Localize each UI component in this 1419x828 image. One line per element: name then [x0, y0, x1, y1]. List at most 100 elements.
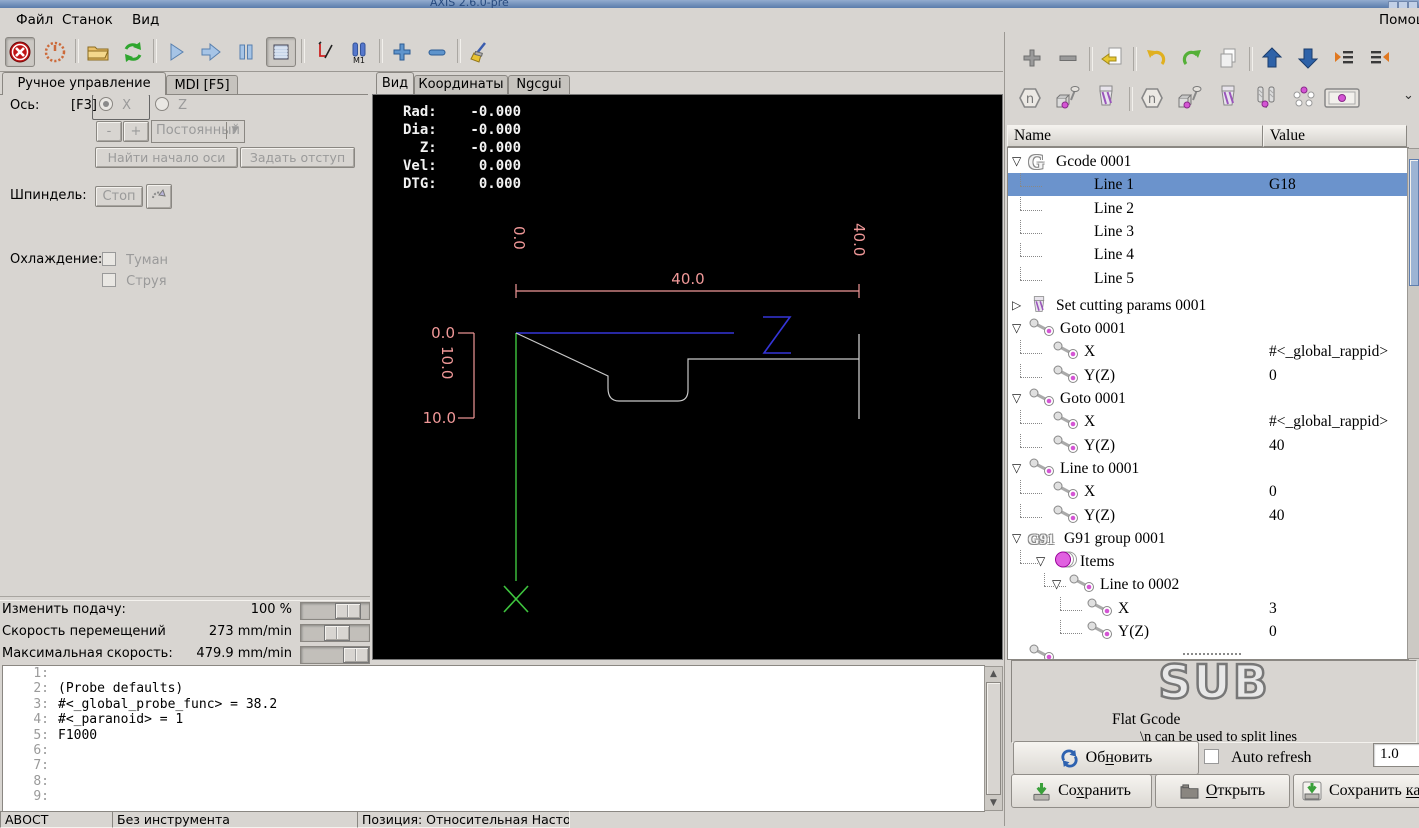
outdent-button[interactable] — [1365, 43, 1395, 73]
tree-row-value[interactable]: 3 — [1269, 597, 1277, 620]
tree-row-value[interactable]: 0 — [1269, 364, 1277, 387]
tree-row-line-2[interactable]: Line 2 — [1008, 197, 1408, 220]
refresh-button[interactable]: Обновить — [1013, 741, 1199, 775]
tree-row-line-to-0002[interactable]: ▽Line to 0002 — [1008, 573, 1408, 596]
menu-2[interactable]: Вид — [126, 10, 165, 30]
revert-button[interactable] — [1097, 43, 1127, 73]
tree-row-y-z-[interactable]: Y(Z)40 — [1008, 504, 1408, 527]
redo-button[interactable] — [1177, 43, 1207, 73]
zoom-minus-button[interactable] — [422, 37, 452, 67]
expander-closed-icon[interactable]: ▷ — [1012, 294, 1021, 317]
save-button[interactable]: Сохранить — [1011, 774, 1152, 808]
axis-x-radio[interactable] — [99, 97, 113, 111]
max-velocity-handle[interactable] — [343, 647, 369, 663]
preview-canvas[interactable]: Rad: -0.000Dia: -0.000 Z: -0.000Vel: 0.0… — [372, 94, 1003, 660]
scroll-up-icon[interactable]: ▲ — [985, 667, 1002, 681]
tab-manual-control[interactable]: Ручное управление [F3] — [2, 72, 166, 95]
menu-0[interactable]: Файл — [10, 10, 59, 30]
move-up-button[interactable] — [1257, 43, 1287, 73]
tree-row-set-cutting-params-0001[interactable]: ▷Set cutting params 0001 — [1008, 294, 1408, 317]
jog-minus-button[interactable]: - — [96, 121, 122, 142]
add-button[interactable] — [1017, 43, 1047, 73]
auto-refresh-checkbox[interactable] — [1204, 749, 1219, 764]
max-velocity-slider[interactable] — [300, 646, 370, 664]
tree-row-g91-group-0001[interactable]: ▽G91G91 group 0001 — [1008, 527, 1408, 550]
tree-row-value[interactable]: 0 — [1269, 480, 1277, 503]
tree-row-value[interactable]: 40 — [1269, 504, 1285, 527]
dot-ring-button[interactable] — [1289, 83, 1319, 113]
expander-open-icon[interactable]: ▽ — [1012, 317, 1021, 340]
tree-row-y-z-[interactable]: Y(Z)40 — [1008, 434, 1408, 457]
tree-column-value[interactable]: Value — [1263, 125, 1407, 147]
cam-rect-button[interactable] — [1327, 83, 1357, 113]
overflow-chevron-button[interactable] — [1365, 83, 1395, 113]
feature-tree[interactable]: ▽GGcode 0001Line 1G18Line 2Line 3Line 4L… — [1007, 147, 1409, 660]
expander-open-icon[interactable]: ▽ — [1012, 457, 1021, 480]
chevron-down-icon[interactable]: ▼ — [226, 122, 243, 139]
scroll-down-icon[interactable]: ▼ — [985, 796, 1002, 810]
tree-row-value[interactable]: #<_global_rappid> — [1269, 340, 1388, 363]
jog-speed-handle[interactable] — [324, 625, 350, 641]
hex-n-button[interactable]: n — [1015, 83, 1045, 113]
toolbar-overflow-chevron-icon[interactable]: ⌄ — [1403, 88, 1414, 103]
duplicate-button[interactable] — [1213, 43, 1243, 73]
tree-row-line-5[interactable]: Line 5 — [1008, 267, 1408, 290]
expander-open-icon[interactable]: ▽ — [1012, 387, 1021, 410]
tree-row-items[interactable]: ▽Items — [1008, 550, 1408, 573]
refresh-interval-input[interactable]: 1.0 — [1373, 743, 1419, 767]
tree-column-name[interactable]: Name — [1007, 125, 1263, 147]
tree-row-goto-0001[interactable]: ▽Goto 0001 — [1008, 387, 1408, 410]
run-from-line-button[interactable] — [196, 37, 226, 67]
reload-file-button[interactable] — [118, 37, 148, 67]
tree-row-goto-0001[interactable]: ▽Goto 0001 — [1008, 317, 1408, 340]
gcode-listing[interactable]: 1:2:(Probe defaults)3:#<_global_probe_fu… — [2, 665, 985, 812]
feed-override-handle[interactable] — [335, 603, 361, 619]
drill-bit-button[interactable] — [1091, 83, 1121, 113]
tree-row-y-z-[interactable]: Y(Z)0 — [1008, 364, 1408, 387]
gcode-scrollbar-thumb[interactable] — [986, 682, 1001, 795]
run-button[interactable] — [161, 37, 191, 67]
tab-dro[interactable]: Координаты — [414, 75, 508, 94]
clear-plot-button[interactable] — [465, 37, 495, 67]
tree-row-value[interactable]: 40 — [1269, 434, 1285, 457]
touch-off-button[interactable]: Задать отступ — [240, 147, 355, 168]
menu-help[interactable]: Помощь — [1373, 10, 1419, 30]
jog-plus-button[interactable]: + — [123, 121, 149, 142]
toolpath-button[interactable] — [309, 37, 339, 67]
tree-row-line-1[interactable]: Line 1G18 — [1008, 173, 1408, 196]
tree-row-line-3[interactable]: Line 3 — [1008, 220, 1408, 243]
remove-button[interactable] — [1053, 43, 1083, 73]
tree-row-value[interactable]: G18 — [1269, 173, 1296, 196]
tab-preview[interactable]: Вид — [376, 72, 414, 94]
tree-row-line-4[interactable]: Line 4 — [1008, 243, 1408, 266]
tree-row-partial[interactable] — [1008, 643, 1408, 660]
stop-button[interactable] — [266, 37, 296, 67]
tree-scrollbar[interactable] — [1407, 148, 1419, 659]
tool-pin-button[interactable] — [1175, 83, 1205, 113]
flood-checkbox[interactable] — [102, 273, 116, 287]
undo-button[interactable] — [1141, 43, 1171, 73]
tab-ngcgui[interactable]: Ngcgui — [508, 75, 570, 94]
menu-1[interactable]: Станок — [56, 10, 119, 30]
feed-override-slider[interactable] — [300, 602, 370, 620]
zoom-plus-button[interactable] — [387, 37, 417, 67]
save-as-button[interactable]: Сохранить как — [1293, 774, 1419, 808]
pillars-button[interactable] — [1251, 83, 1281, 113]
jog-speed-slider[interactable] — [300, 624, 370, 642]
pane-sash-grip[interactable] — [1183, 653, 1241, 655]
tree-row-value[interactable]: #<_global_rappid> — [1269, 410, 1388, 433]
estop-button[interactable] — [5, 37, 35, 67]
machine-power-button[interactable] — [40, 37, 70, 67]
tree-row-gcode-0001[interactable]: ▽GGcode 0001 — [1008, 150, 1408, 173]
tree-scrollbar-thumb[interactable] — [1409, 159, 1419, 286]
gcode-scrollbar[interactable]: ▲ ▼ — [984, 666, 1003, 811]
optional-stop-m1-button[interactable]: M1 — [344, 37, 374, 67]
tree-row-x[interactable]: X3 — [1008, 597, 1408, 620]
spindle-stop-button[interactable]: Стоп — [95, 186, 143, 207]
hex-n-button[interactable]: n — [1137, 83, 1167, 113]
tree-row-line-to-0001[interactable]: ▽Line to 0001 — [1008, 457, 1408, 480]
mist-checkbox[interactable] — [102, 252, 116, 266]
home-axis-button[interactable]: Найти начало оси — [95, 147, 238, 168]
tree-row-x[interactable]: X#<_global_rappid> — [1008, 340, 1408, 363]
expander-open-icon[interactable]: ▽ — [1012, 527, 1021, 550]
